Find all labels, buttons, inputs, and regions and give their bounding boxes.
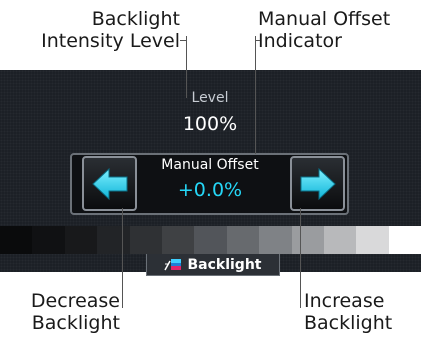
backlight-icon bbox=[164, 259, 182, 271]
decrease-backlight-callout: Decrease Backlight bbox=[30, 290, 120, 334]
increase-backlight-callout: Increase Backlight bbox=[304, 290, 393, 334]
swatch-9 bbox=[291, 226, 324, 254]
manual-offset-value: +0.0% bbox=[177, 179, 243, 201]
swatch-1 bbox=[32, 226, 65, 254]
swatch-6 bbox=[194, 226, 227, 254]
increase-leader-v bbox=[300, 208, 301, 308]
increase-backlight-button[interactable] bbox=[290, 156, 345, 211]
swatch-8 bbox=[259, 226, 292, 254]
swatch-3 bbox=[97, 226, 130, 254]
offset-leader-h bbox=[256, 40, 260, 41]
swatch-10 bbox=[323, 226, 357, 254]
backlight-gradient-strip bbox=[0, 226, 421, 254]
backlight-tab-label: Backlight bbox=[187, 256, 262, 273]
backlight-intensity-callout: Backlight Intensity Level bbox=[41, 8, 180, 52]
manual-offset-label: Manual Offset bbox=[161, 157, 259, 173]
decrease-backlight-button[interactable] bbox=[82, 156, 137, 211]
swatch-7 bbox=[226, 226, 260, 254]
swatch-12 bbox=[388, 226, 421, 254]
arrow-left-icon bbox=[91, 167, 127, 200]
swatch-5 bbox=[161, 226, 195, 254]
decrease-leader-v bbox=[122, 208, 123, 308]
arrow-right-icon bbox=[300, 167, 336, 200]
swatch-2 bbox=[64, 226, 98, 254]
swatch-11 bbox=[356, 226, 389, 254]
swatch-0 bbox=[0, 226, 33, 254]
intensity-leader-v bbox=[186, 36, 187, 98]
swatch-4 bbox=[129, 226, 162, 254]
level-value: 100% bbox=[182, 113, 238, 135]
manual-offset-callout: Manual Offset Indicator bbox=[258, 8, 391, 52]
backlight-tab[interactable]: Backlight bbox=[146, 254, 280, 276]
offset-leader-v bbox=[255, 36, 256, 154]
